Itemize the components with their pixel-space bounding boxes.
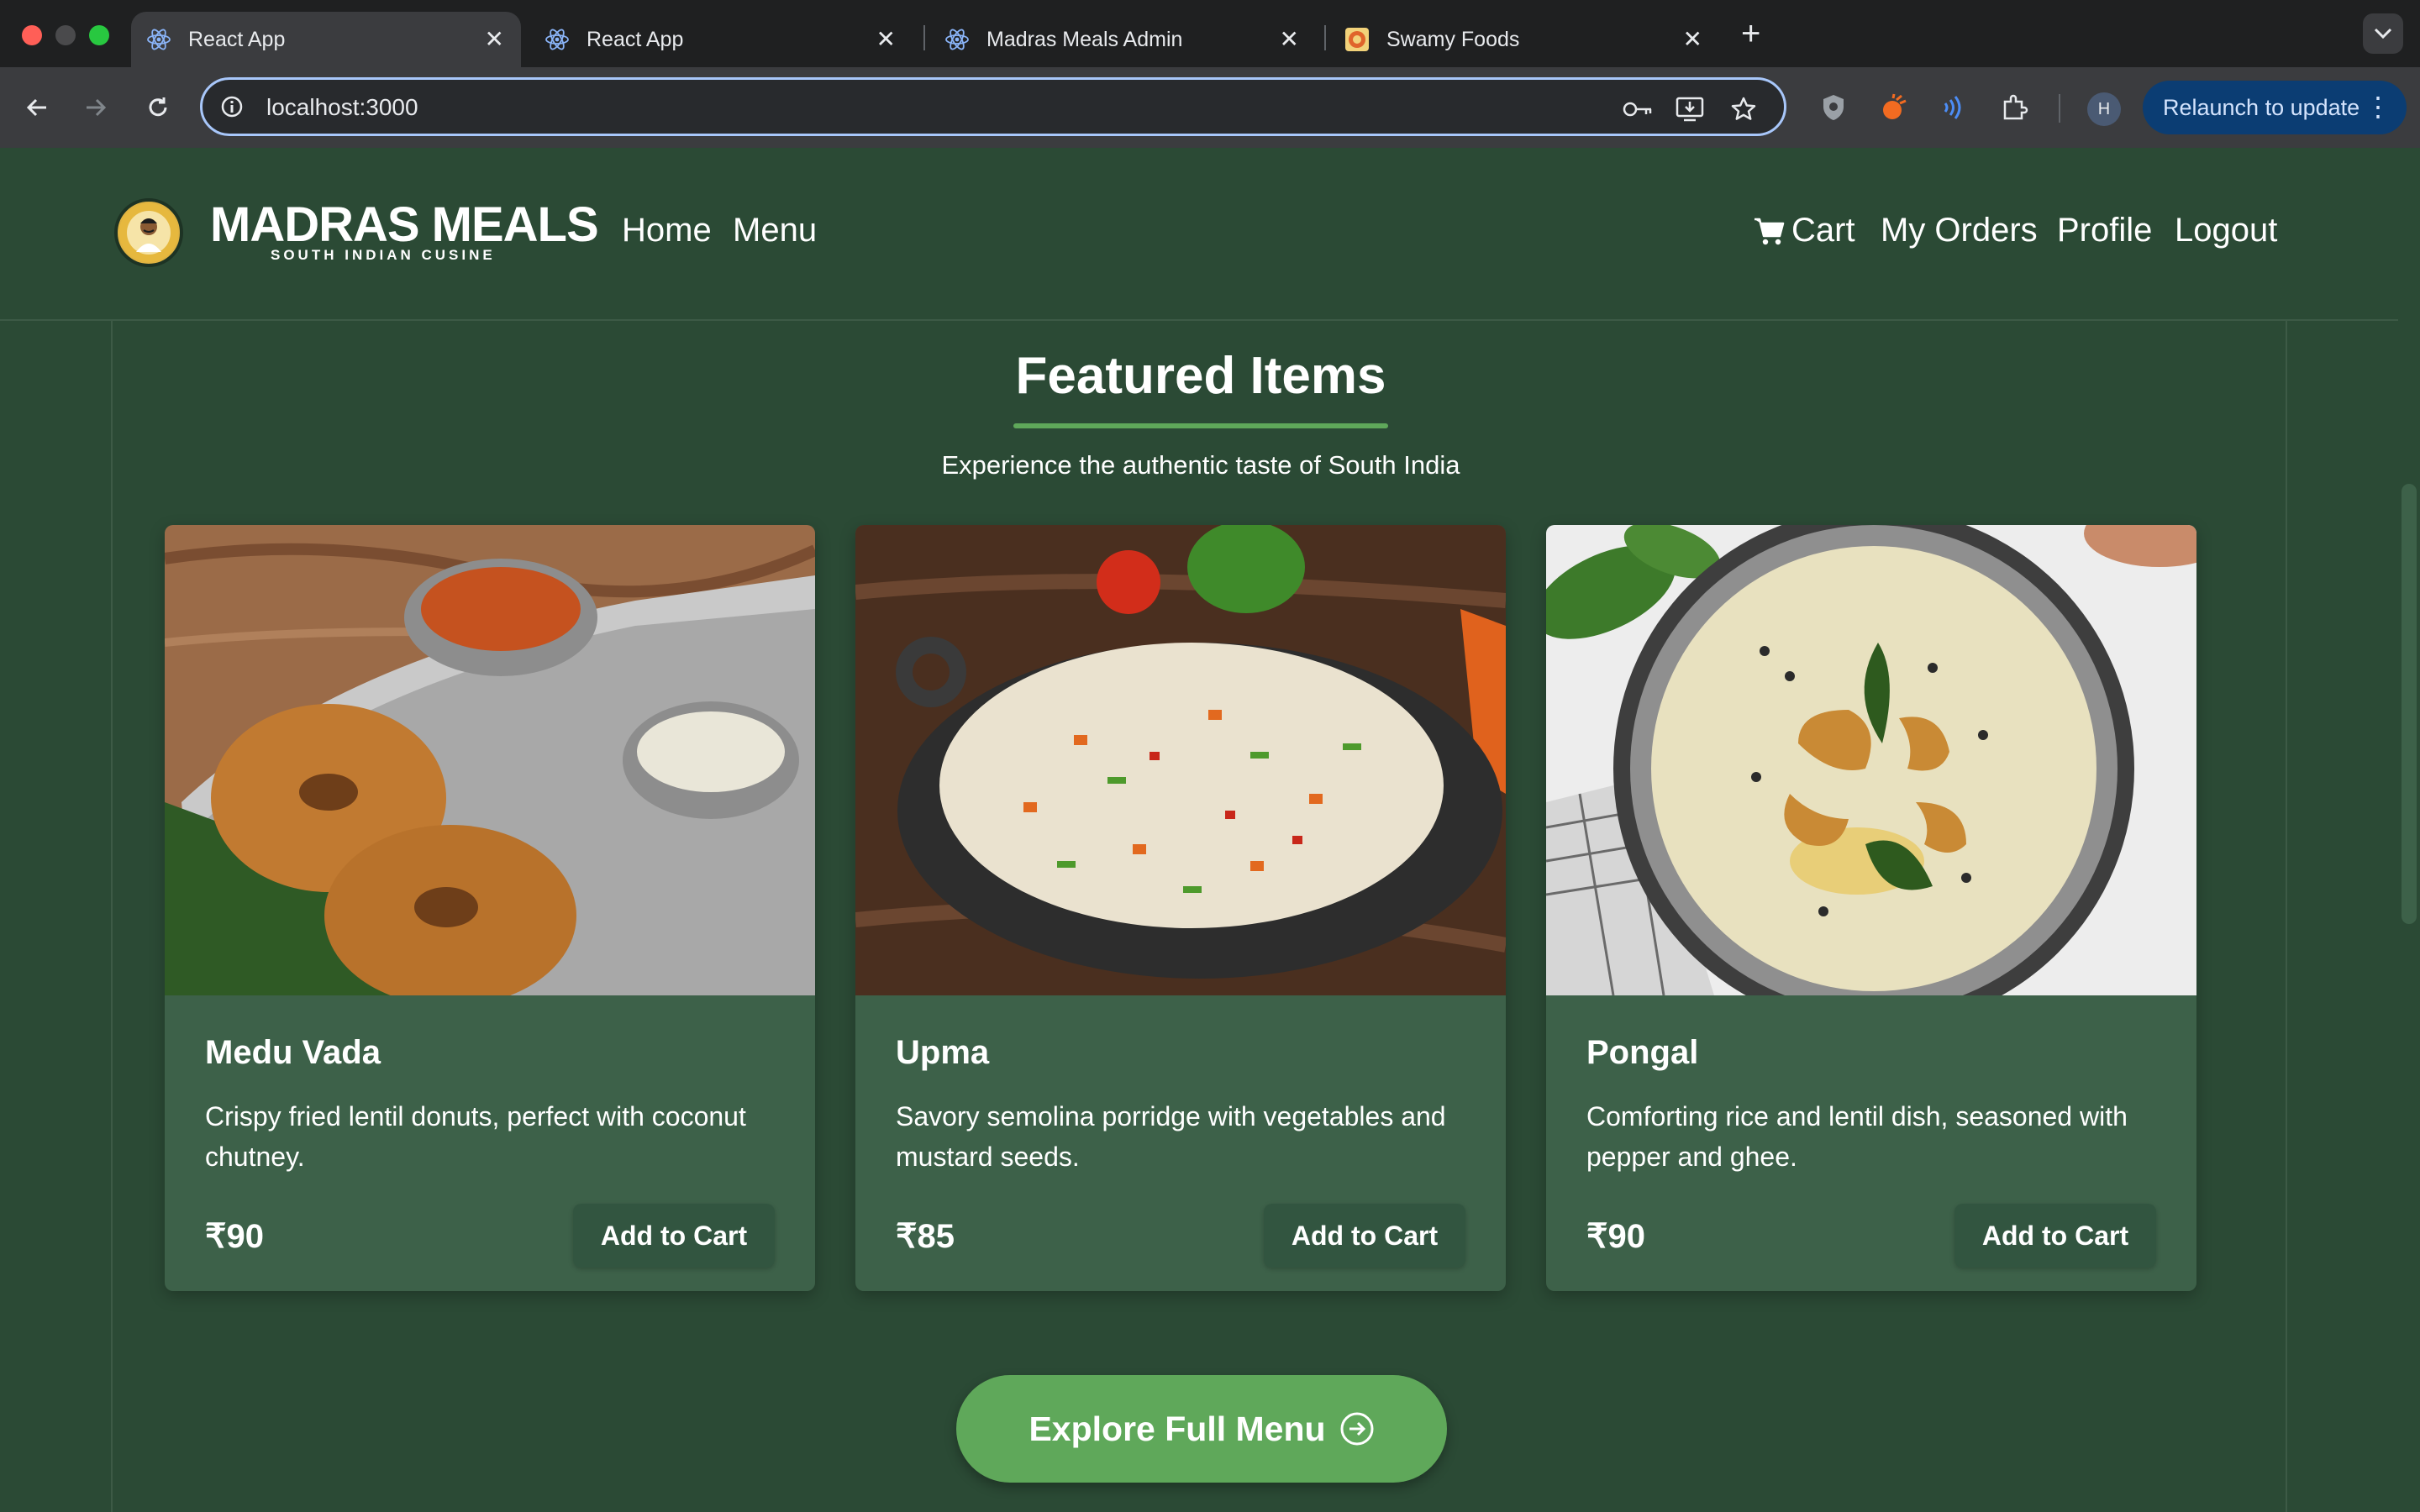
reload-icon bbox=[149, 97, 167, 117]
install-app-icon[interactable] bbox=[1675, 94, 1705, 124]
nav-logout[interactable]: Logout bbox=[2175, 212, 2277, 249]
profile-avatar[interactable]: H bbox=[2087, 92, 2121, 126]
add-to-cart-button[interactable]: Add to Cart bbox=[573, 1204, 775, 1268]
tab-title: Swamy Foods bbox=[1386, 27, 1520, 51]
site-info-icon[interactable] bbox=[219, 94, 245, 123]
add-to-cart-button[interactable]: Add to Cart bbox=[1264, 1204, 1465, 1268]
nav-home[interactable]: Home bbox=[622, 212, 712, 249]
forward-button[interactable] bbox=[76, 87, 116, 128]
minimize-window-button[interactable] bbox=[55, 25, 76, 45]
madras-meals-logo-icon[interactable] bbox=[114, 198, 183, 267]
url-text: localhost:3000 bbox=[266, 94, 418, 120]
arrow-left-icon bbox=[26, 98, 46, 117]
browser-tab-madras-meals-admin[interactable]: Madras Meals Admin ✕ bbox=[929, 12, 1316, 67]
menu-card-upma: Upma Savory semolina porridge with veget… bbox=[855, 525, 1506, 1291]
item-name: Pongal bbox=[1586, 1034, 1699, 1071]
nav-menu[interactable]: Menu bbox=[733, 212, 817, 249]
reload-button[interactable] bbox=[138, 87, 178, 128]
tab-title: Madras Meals Admin bbox=[986, 27, 1183, 51]
item-name: Medu Vada bbox=[205, 1034, 381, 1071]
tab-search-button[interactable] bbox=[2363, 13, 2403, 54]
menu-card-pongal: Pongal Comforting rice and lentil dish, … bbox=[1546, 525, 2196, 1291]
item-description: Crispy fried lentil donuts, perfect with… bbox=[205, 1101, 746, 1172]
brand-name[interactable]: MADRAS MEALS bbox=[210, 197, 599, 253]
puzzle-extensions-icon[interactable] bbox=[1996, 89, 2033, 126]
tab-title: React App bbox=[188, 27, 286, 51]
site-header: MADRAS MEALS SOUTH INDIAN CUSINE Home Me… bbox=[0, 148, 2398, 321]
section-subtitle: Experience the authentic taste of South … bbox=[941, 450, 1460, 480]
back-button[interactable] bbox=[17, 87, 57, 128]
relaunch-to-update-button[interactable]: Relaunch to update ⋮ bbox=[2143, 81, 2407, 134]
swamy-foods-favicon bbox=[1344, 27, 1370, 52]
close-tab-icon[interactable]: ✕ bbox=[876, 27, 896, 52]
close-window-button[interactable] bbox=[22, 25, 42, 45]
tab-separator bbox=[1324, 25, 1326, 50]
close-tab-icon[interactable]: ✕ bbox=[485, 27, 504, 52]
menu-card-medu-vada: Medu Vada Crispy fried lentil donuts, pe… bbox=[165, 525, 815, 1291]
tab-separator bbox=[923, 25, 925, 50]
nav-profile[interactable]: Profile bbox=[2057, 212, 2152, 249]
relaunch-label: Relaunch to update bbox=[2163, 94, 2360, 120]
nav-cart[interactable]: Cart bbox=[1753, 212, 1855, 249]
react-icon bbox=[544, 27, 570, 52]
browser-tab-swamy-foods[interactable]: Swamy Foods ✕ bbox=[1329, 12, 1719, 67]
close-tab-icon[interactable]: ✕ bbox=[1683, 27, 1702, 52]
brand-tagline: SOUTH INDIAN CUSINE bbox=[271, 247, 496, 263]
browser-tab-bar: React App ✕ React App ✕ Madras Meals Adm… bbox=[0, 0, 2420, 67]
add-to-cart-button[interactable]: Add to Cart bbox=[1954, 1204, 2156, 1268]
item-description: Savory semolina porridge with vegetables… bbox=[896, 1101, 1446, 1172]
new-tab-icon[interactable]: + bbox=[1741, 17, 1760, 50]
bookmark-star-icon[interactable] bbox=[1728, 94, 1759, 124]
featured-section: Featured Items Experience the authentic … bbox=[111, 319, 2287, 1512]
browser-toolbar: localhost:3000 H Relaunch to update ⋮ bbox=[0, 67, 2420, 148]
react-icon bbox=[146, 27, 171, 52]
address-bar[interactable]: localhost:3000 bbox=[200, 77, 1786, 136]
medu-vada-image bbox=[165, 525, 815, 995]
orange-extension-icon[interactable] bbox=[1876, 89, 1912, 126]
item-price: ₹90 bbox=[205, 1218, 264, 1255]
explore-full-menu-button[interactable]: Explore Full Menu bbox=[956, 1375, 1447, 1483]
browser-tab-react-app-1[interactable]: React App ✕ bbox=[131, 12, 521, 67]
close-tab-icon[interactable]: ✕ bbox=[1280, 27, 1299, 52]
section-title: Featured Items bbox=[1015, 347, 1386, 405]
item-description: Comforting rice and lentil dish, seasone… bbox=[1586, 1101, 2128, 1172]
audio-extension-icon[interactable] bbox=[1934, 89, 1971, 126]
page-scrollbar-thumb[interactable] bbox=[2402, 484, 2417, 924]
maximize-window-button[interactable] bbox=[89, 25, 109, 45]
item-price: ₹90 bbox=[1586, 1218, 1645, 1255]
tab-title: React App bbox=[587, 27, 684, 51]
react-icon bbox=[944, 27, 970, 52]
item-price: ₹85 bbox=[896, 1218, 955, 1255]
explore-label: Explore Full Menu bbox=[1028, 1409, 1326, 1448]
shield-extension-icon[interactable] bbox=[1815, 89, 1852, 126]
cart-label: Cart bbox=[1791, 212, 1855, 249]
chevron-down-icon bbox=[2374, 28, 2392, 39]
item-name: Upma bbox=[896, 1034, 990, 1071]
arrow-right-icon bbox=[87, 98, 107, 117]
arrow-circle-right-icon bbox=[1339, 1411, 1375, 1446]
toolbar-separator bbox=[2059, 94, 2060, 123]
upma-image bbox=[855, 525, 1506, 995]
more-menu-icon[interactable]: ⋮ bbox=[2365, 91, 2391, 123]
nav-my-orders[interactable]: My Orders bbox=[1881, 212, 2038, 249]
pongal-image bbox=[1546, 525, 2196, 995]
cart-icon bbox=[1753, 216, 1785, 246]
title-underline bbox=[1013, 423, 1388, 428]
key-icon[interactable] bbox=[1623, 94, 1653, 124]
browser-tab-react-app-2[interactable]: React App ✕ bbox=[529, 12, 913, 67]
